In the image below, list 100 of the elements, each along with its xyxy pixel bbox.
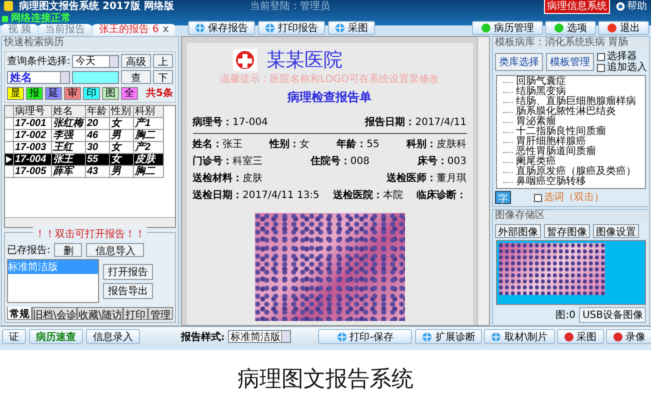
usb-button[interactable]: USB设备图像: [579, 307, 646, 323]
checkbox[interactable]: [597, 64, 605, 72]
report-field: 住院号：008: [310, 154, 370, 168]
table-row[interactable]: 17-004 张王 55 女 皮肤: [5, 154, 175, 166]
connection-status: 网络连接正常: [2, 13, 178, 24]
filter-button[interactable]: 印: [83, 86, 100, 100]
panel-tab[interactable]: 旧档\会诊: [32, 307, 78, 320]
tree-item[interactable]: 结肠黑变病: [516, 87, 566, 97]
help-button[interactable]: 帮助: [616, 0, 647, 13]
system-badge: 病理信息系统: [544, 0, 610, 14]
report-field: 送检医师：董月琪: [386, 171, 466, 185]
tree-item[interactable]: 十二指肠良性间质瘤: [516, 127, 606, 137]
filter-button[interactable]: 显: [7, 86, 24, 100]
panel-title: 模板病库：消化系统疾病 胃肠: [493, 37, 649, 49]
filter-button[interactable]: 图: [102, 86, 119, 100]
panel-tab[interactable]: 常规: [7, 307, 32, 320]
bar-button[interactable]: 证: [2, 329, 26, 344]
panel-button[interactable]: 打开报告: [103, 264, 153, 280]
field-dropdown[interactable]: 姓名: [7, 70, 70, 84]
report-field: 临床诊断：: [416, 188, 466, 202]
checkbox-label: 追加选入: [607, 62, 647, 73]
panel-button[interactable]: 查: [121, 70, 151, 84]
tree-item[interactable]: 肠系膜化脓性淋巴结炎: [516, 107, 616, 117]
column-header: 病理号: [14, 106, 52, 118]
checkbox-label: 选词（双击）: [544, 192, 604, 203]
table-row[interactable]: 17-001 张红梅 20 女 产1: [5, 118, 175, 130]
cross-logo-icon: [232, 49, 256, 71]
toolbar-button[interactable]: 打印报告: [258, 21, 325, 35]
panel-button[interactable]: 信息导入: [86, 243, 144, 257]
report-field: 床号：003: [417, 154, 466, 168]
nav-button[interactable]: 病历管理: [472, 21, 543, 35]
report-field: 年龄：55: [336, 137, 380, 151]
filter-button[interactable]: 全: [121, 86, 138, 100]
filter-button[interactable]: 报: [26, 86, 43, 100]
globe-icon: [195, 23, 205, 33]
report-tab[interactable]: 张王的报告 6 x: [93, 24, 175, 36]
nav-button[interactable]: 退出: [598, 21, 649, 35]
image-count: 图:0: [556, 309, 576, 322]
toolbar-button[interactable]: 采图: [328, 21, 375, 35]
style-dropdown[interactable]: 标准简洁版: [228, 330, 291, 343]
bar-button[interactable]: 扩展诊断: [415, 329, 482, 344]
field-label: 报告样式:: [181, 330, 225, 344]
panel-button[interactable]: 报告导出: [103, 282, 153, 298]
panel-tab[interactable]: 收藏\随访: [77, 307, 123, 320]
report-tab[interactable]: 视 频: [2, 24, 38, 36]
report-title: 病理检查报告单: [286, 89, 372, 106]
bar-button[interactable]: 信息录入: [86, 329, 140, 344]
globe-icon: [422, 332, 432, 342]
column-header: 年龄: [86, 106, 110, 118]
table-row[interactable]: 17-002 李强 46 男 胸二: [5, 130, 175, 142]
query-dropdown[interactable]: 今天: [72, 54, 119, 68]
login-status: 当前登陆：管理员: [250, 0, 330, 13]
image-button[interactable]: 暂存图像: [544, 224, 590, 238]
tree-item[interactable]: 胃肝细胞样腺癌: [516, 137, 586, 147]
column-header: 性别: [110, 106, 134, 118]
column-header: 科别: [134, 106, 164, 118]
report-field: 姓名：张王: [192, 137, 242, 151]
tree-item[interactable]: 回肠气囊症: [516, 77, 566, 87]
image-button[interactable]: 图像设置: [593, 224, 639, 238]
bar-button[interactable]: 病历速查: [29, 329, 83, 344]
filter-button[interactable]: 审: [64, 86, 81, 100]
panel-title: 快速检索病历: [2, 37, 178, 49]
panel-title: 图像存储区: [493, 210, 649, 222]
filter-button[interactable]: 延: [45, 86, 62, 100]
table-row[interactable]: 17-005 薛军 43 男 胸二: [5, 166, 175, 178]
nav-button[interactable]: 选项: [545, 21, 596, 35]
bar-button[interactable]: 取材\制片: [484, 329, 555, 344]
close-icon[interactable]: x: [162, 24, 169, 35]
notice-text: 温馨提示：医院名称和LOGO可在系统设置里修改: [219, 72, 440, 86]
help-icon: [616, 2, 625, 10]
panel-tab[interactable]: 打印: [122, 307, 148, 320]
checkbox[interactable]: [534, 194, 542, 202]
tree-item[interactable]: 胃泌素瘤: [516, 117, 556, 127]
panel-button[interactable]: 模板管理: [546, 53, 594, 71]
record-count: 共5条: [146, 86, 173, 100]
panel-button[interactable]: 删: [54, 243, 82, 257]
bar-button[interactable]: 录像: [606, 329, 651, 344]
checkbox-label: 选择器: [607, 51, 637, 62]
print-button[interactable]: 打印-保存: [318, 329, 412, 344]
bar-button[interactable]: 采图: [556, 329, 604, 344]
panel-button[interactable]: 上: [153, 54, 173, 68]
panel-button[interactable]: 类库选择: [495, 53, 543, 71]
tree-item[interactable]: 结肠、直肠巨细胞腺瘤样病: [516, 97, 636, 107]
tree-item[interactable]: 直肠原发癌（腺癌及类癌）: [516, 167, 636, 177]
tree-item[interactable]: 恶性胃肠道间质瘤: [516, 147, 596, 157]
search-field[interactable]: [72, 70, 119, 84]
report-tab[interactable]: 当前报告: [39, 24, 92, 36]
toolbar-button[interactable]: 保存报告: [188, 21, 255, 35]
panel-tab[interactable]: 管理: [148, 307, 173, 320]
panel-button[interactable]: 下: [153, 70, 173, 84]
report-field: 性别：女: [270, 137, 310, 151]
image-button[interactable]: 外部图像: [495, 224, 541, 238]
tree-item[interactable]: 鼻咽癌空肠转移: [516, 177, 586, 187]
hospital-name: 某某医院: [266, 48, 342, 73]
report-field: 病理号：17-004: [192, 115, 268, 129]
globe-icon: [336, 332, 347, 342]
panel-button[interactable]: 高级: [121, 54, 151, 68]
globe-icon: [491, 332, 502, 342]
checkbox[interactable]: [597, 52, 605, 60]
tree-item[interactable]: 阑尾类癌: [516, 157, 556, 167]
